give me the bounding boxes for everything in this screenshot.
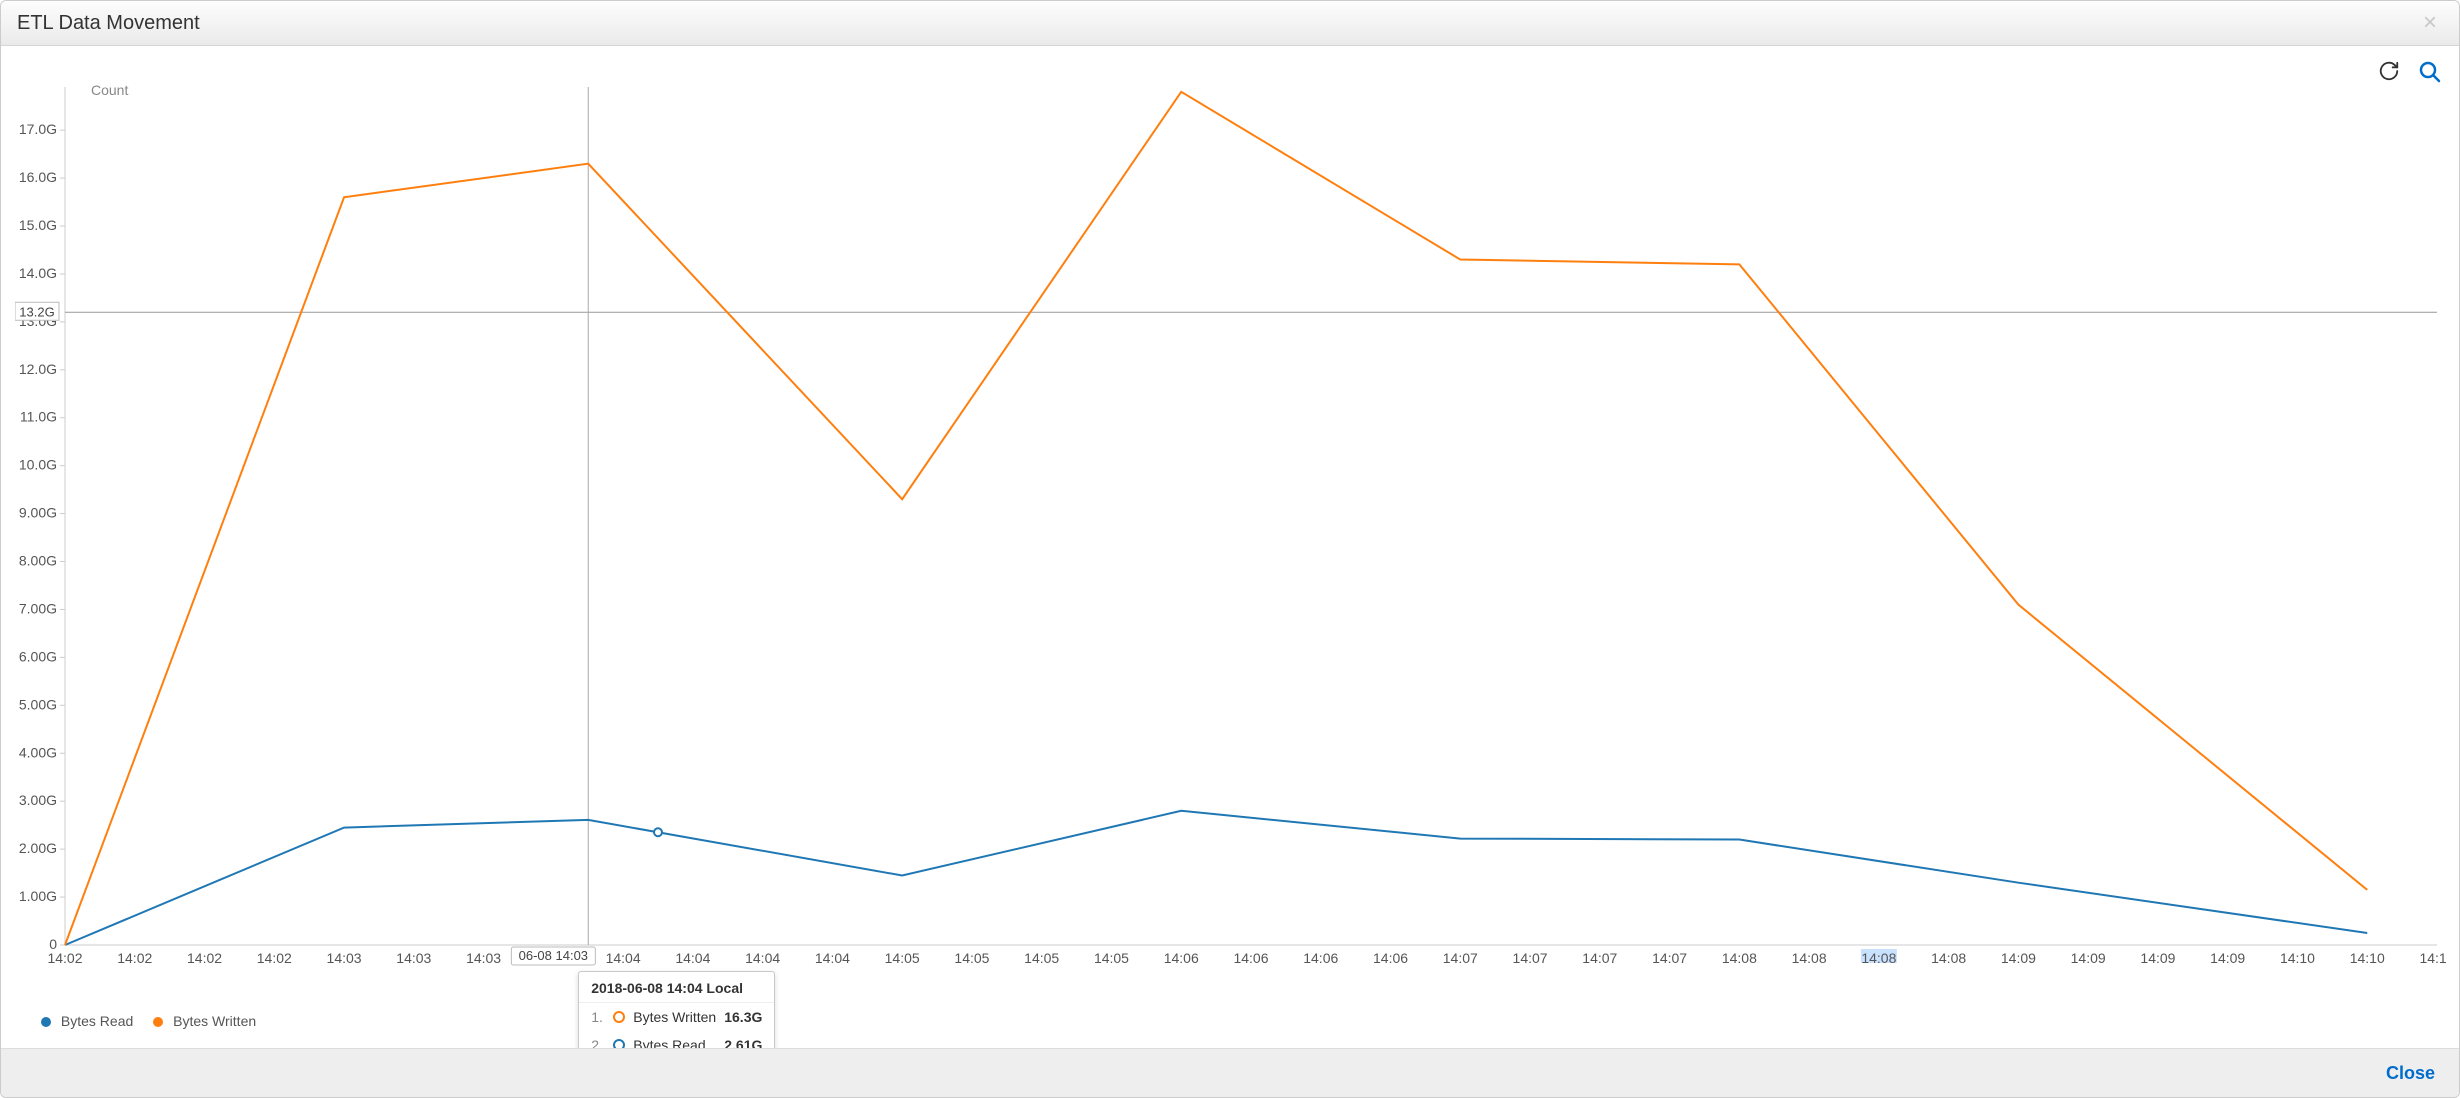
- tooltip-value: 16.3G: [724, 1009, 762, 1025]
- close-icon[interactable]: ×: [2417, 9, 2443, 37]
- svg-text:14:06: 14:06: [1233, 950, 1268, 966]
- svg-text:14:03: 14:03: [466, 950, 501, 966]
- svg-text:2.00G: 2.00G: [19, 840, 57, 856]
- tooltip-title: 2018-06-08 14:04 Local: [579, 972, 774, 1003]
- svg-text:14:05: 14:05: [954, 950, 989, 966]
- svg-text:16.0G: 16.0G: [19, 169, 57, 185]
- svg-text:14:04: 14:04: [815, 950, 850, 966]
- svg-text:14:10: 14:10: [2280, 950, 2315, 966]
- legend: Bytes Read Bytes Written: [41, 1013, 256, 1029]
- svg-text:14:06: 14:06: [1303, 950, 1338, 966]
- svg-text:7.00G: 7.00G: [19, 600, 57, 616]
- svg-text:11.0G: 11.0G: [20, 409, 57, 425]
- svg-text:14.0G: 14.0G: [19, 265, 57, 281]
- svg-text:14:07: 14:07: [1582, 950, 1617, 966]
- tooltip-row: 1. Bytes Written 16.3G: [579, 1003, 774, 1031]
- svg-text:14:07: 14:07: [1443, 950, 1478, 966]
- svg-text:12.0G: 12.0G: [19, 361, 57, 377]
- svg-text:14:02: 14:02: [47, 950, 82, 966]
- svg-text:14:02: 14:02: [117, 950, 152, 966]
- svg-text:14:04: 14:04: [675, 950, 710, 966]
- legend-swatch: [153, 1017, 163, 1027]
- legend-item[interactable]: Bytes Written: [153, 1013, 256, 1029]
- svg-text:1.00G: 1.00G: [19, 888, 57, 904]
- svg-text:Count: Count: [91, 82, 128, 98]
- chart-area[interactable]: 01.00G2.00G3.00G4.00G5.00G6.00G7.00G8.00…: [15, 77, 2447, 1005]
- svg-text:5.00G: 5.00G: [19, 696, 57, 712]
- svg-text:14:08: 14:08: [1792, 950, 1827, 966]
- svg-text:10.0G: 10.0G: [19, 457, 57, 473]
- svg-text:14:03: 14:03: [396, 950, 431, 966]
- svg-text:14:08: 14:08: [1861, 950, 1896, 966]
- legend-label: Bytes Written: [173, 1013, 256, 1029]
- svg-text:14:04: 14:04: [745, 950, 780, 966]
- svg-text:4.00G: 4.00G: [19, 744, 57, 760]
- svg-text:14:09: 14:09: [2001, 950, 2036, 966]
- svg-text:13.2G: 13.2G: [19, 304, 54, 319]
- modal-window: ETL Data Movement × 01.00G2.00G3.00G4.00…: [0, 0, 2460, 1098]
- titlebar: ETL Data Movement ×: [1, 1, 2459, 46]
- svg-text:15.0G: 15.0G: [19, 217, 57, 233]
- svg-text:14:09: 14:09: [2210, 950, 2245, 966]
- svg-text:9.00G: 9.00G: [19, 505, 57, 521]
- legend-swatch: [41, 1017, 51, 1027]
- tooltip-index: 1.: [591, 1009, 605, 1025]
- svg-text:14:08: 14:08: [1722, 950, 1757, 966]
- svg-text:14:05: 14:05: [1094, 950, 1129, 966]
- svg-text:14:08: 14:08: [1931, 950, 1966, 966]
- svg-text:14:09: 14:09: [2071, 950, 2106, 966]
- svg-text:8.00G: 8.00G: [19, 553, 57, 569]
- svg-text:14:07: 14:07: [1513, 950, 1548, 966]
- svg-text:14:06: 14:06: [1373, 950, 1408, 966]
- svg-text:14:10: 14:10: [2419, 950, 2447, 966]
- svg-text:14:03: 14:03: [327, 950, 362, 966]
- svg-text:14:06: 14:06: [1164, 950, 1199, 966]
- svg-text:14:02: 14:02: [187, 950, 222, 966]
- footer: Close: [1, 1048, 2459, 1097]
- legend-label: Bytes Read: [61, 1013, 133, 1029]
- svg-text:6.00G: 6.00G: [19, 648, 57, 664]
- window-title: ETL Data Movement: [17, 12, 200, 35]
- svg-text:06-08 14:03: 06-08 14:03: [519, 948, 588, 963]
- hover-tooltip: 2018-06-08 14:04 Local 1. Bytes Written …: [578, 971, 775, 1060]
- svg-text:17.0G: 17.0G: [19, 121, 57, 137]
- svg-text:14:10: 14:10: [2350, 950, 2385, 966]
- svg-text:14:07: 14:07: [1652, 950, 1687, 966]
- svg-text:3.00G: 3.00G: [19, 792, 57, 808]
- legend-item[interactable]: Bytes Read: [41, 1013, 133, 1029]
- svg-text:14:05: 14:05: [885, 950, 920, 966]
- svg-text:14:04: 14:04: [606, 950, 641, 966]
- svg-text:14:09: 14:09: [2140, 950, 2175, 966]
- close-button[interactable]: Close: [2386, 1063, 2435, 1084]
- tooltip-swatch: [613, 1011, 625, 1023]
- svg-text:14:05: 14:05: [1024, 950, 1059, 966]
- tooltip-series-name: Bytes Written: [633, 1009, 716, 1025]
- svg-text:14:02: 14:02: [257, 950, 292, 966]
